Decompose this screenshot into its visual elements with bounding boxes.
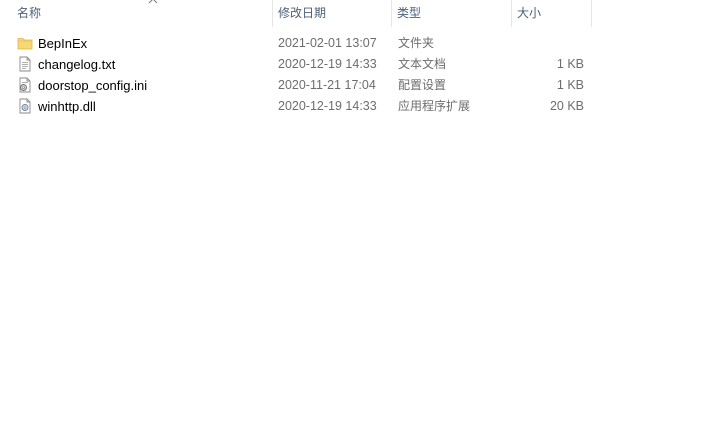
file-row-winhttp[interactable]: winhttp.dll 2020-12-19 14:33 应用程序扩展 20 K… [12,96,592,117]
file-type: 应用程序扩展 [398,99,471,113]
file-name: doorstop_config.ini [38,78,148,93]
file-type: 配置设置 [398,78,447,92]
column-header-date[interactable]: 修改日期 [273,0,392,27]
file-size: 1 KB [556,57,584,71]
file-date: 2020-12-19 14:33 [278,99,377,113]
file-date: 2020-12-19 14:33 [278,57,377,71]
file-size: 20 KB [549,99,584,113]
column-header-size[interactable]: 大小 [512,0,592,27]
file-date: 2021-02-01 13:07 [278,36,377,50]
column-header-bar: 名称 修改日期 类型 大小 [0,0,704,27]
file-list-pane: 名称 修改日期 类型 大小 BepInEx 2021-02-01 13:07 文… [0,0,704,429]
config-file-icon [19,77,31,93]
sort-ascending-icon [148,0,158,4]
column-header-name[interactable]: 名称 [12,0,273,27]
text-file-icon [19,56,31,72]
column-divider[interactable] [591,0,592,27]
folder-icon [17,38,33,50]
file-row-doorstop-config[interactable]: doorstop_config.ini 2020-11-21 17:04 配置设… [12,75,592,96]
file-size: 1 KB [556,78,584,92]
dll-file-icon [19,98,31,114]
column-header-name-label: 名称 [17,6,42,20]
file-row-bepinex[interactable]: BepInEx 2021-02-01 13:07 文件夹 [12,33,592,54]
file-type: 文本文档 [398,57,447,71]
file-date: 2020-11-21 17:04 [278,78,376,92]
file-name: BepInEx [38,36,88,51]
file-name: winhttp.dll [38,99,96,114]
column-header-date-label: 修改日期 [278,6,327,20]
column-header-type[interactable]: 类型 [392,0,512,27]
column-header-type-label: 类型 [397,6,422,20]
file-type: 文件夹 [398,36,435,50]
column-header-size-label: 大小 [517,6,542,20]
file-name: changelog.txt [38,57,116,72]
file-row-changelog[interactable]: changelog.txt 2020-12-19 14:33 文本文档 1 KB [12,54,592,75]
